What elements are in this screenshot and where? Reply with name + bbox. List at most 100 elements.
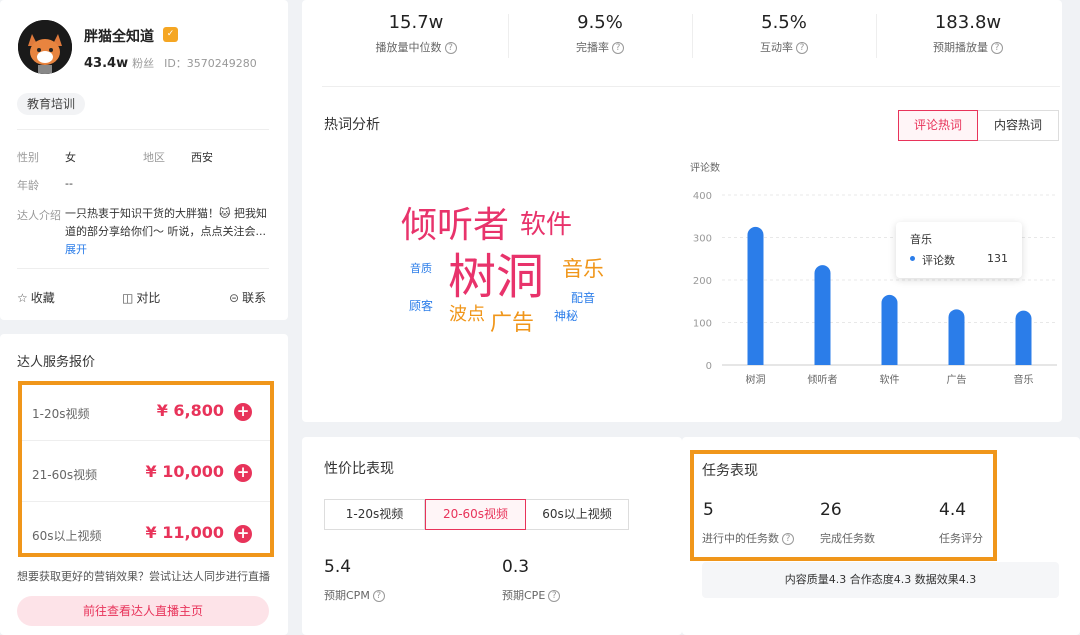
profile-card: 胖猫全知道 ✓ 43.4w 粉丝 ID：3570249280 教育培训 性别 女 地… (0, 0, 288, 320)
cpe-value: 0.3 (502, 557, 530, 577)
rating-value: 4.4 (939, 500, 967, 520)
stat-value: 9.5% (577, 12, 623, 33)
favorite-label: 收藏 (30, 291, 55, 305)
price-highlight-box: 1-20s视频 ¥ 6,800 + 21-60s视频 ¥ 10,000 + 60… (18, 381, 274, 557)
contact-label: 联系 (242, 291, 267, 305)
hotword: 倾听者 (401, 205, 510, 246)
live-homepage-button[interactable]: 前往查看达人直播主页 (17, 596, 269, 626)
add-icon[interactable]: + (234, 464, 252, 482)
avatar[interactable] (18, 20, 72, 74)
compare-label: 对比 (136, 291, 161, 305)
task-performance-card: 任务表现 5 进行中的任务数? 26 完成任务数 4.4 任务评分 内容质量4.… (682, 437, 1080, 635)
in-progress-value: 5 (703, 500, 714, 520)
in-progress-label: 进行中的任务数? (702, 530, 794, 546)
rating-label: 任务评分 (939, 532, 983, 545)
price-row-value: ¥ 11,000 (145, 523, 224, 542)
task-highlight-box: 任务表现 5 进行中的任务数? 26 完成任务数 4.4 任务评分 (690, 450, 997, 561)
region-value: 西安 (191, 151, 213, 164)
compare-icon: ◫ (122, 291, 134, 305)
value-performance-card: 性价比表现 1-20s视频 20-60s视频 60s以上视频 5.4 预期CPM… (302, 437, 682, 635)
region-label: 地区 (143, 151, 165, 164)
stat-label: 预期播放量? (876, 39, 1060, 55)
value-title: 性价比表现 (324, 461, 394, 477)
series-dot-icon (910, 256, 915, 261)
price-row-value: ¥ 10,000 (145, 462, 224, 481)
help-icon[interactable]: ? (548, 590, 561, 602)
y-tick-label: 0 (706, 361, 712, 372)
stat-label: 播放量中位数? (324, 39, 508, 55)
hotword: 配音 (571, 291, 596, 305)
star-icon: ☆ (17, 291, 28, 305)
compare-button[interactable]: ◫ 对比 (122, 289, 160, 306)
bio-label: 达人介绍 (17, 209, 61, 222)
x-tick-label: 音乐 (1014, 373, 1034, 386)
completed-value: 26 (820, 500, 842, 520)
hotwords-title: 热词分析 (324, 117, 380, 133)
hotword: 波点 (449, 304, 485, 325)
tab-content-hotwords[interactable]: 内容热词 (978, 110, 1059, 141)
help-icon[interactable]: ? (372, 590, 385, 602)
bar (814, 265, 831, 365)
stat-interaction-rate: 5.5% 互动率? (692, 0, 876, 55)
category-tag: 教育培训 (17, 93, 86, 115)
tab-1-20s[interactable]: 1-20s视频 (324, 499, 425, 530)
x-tick-label: 树洞 (746, 373, 766, 386)
price-row-value: ¥ 6,800 (156, 401, 224, 420)
price-row: 21-60s视频 ¥ 10,000 + (22, 446, 270, 502)
followers-label: 粉丝 (132, 57, 155, 70)
help-icon[interactable]: ? (782, 533, 794, 545)
expand-link[interactable]: 展开 (65, 241, 87, 257)
add-icon[interactable]: + (234, 403, 252, 421)
stat-value: 15.7w (388, 12, 444, 33)
stat-completion-rate: 9.5% 完播率? (508, 0, 692, 55)
price-row-label: 1-20s视频 (32, 407, 90, 421)
tooltip-value: 131 (987, 252, 1008, 265)
tab-20-60s[interactable]: 20-60s视频 (425, 499, 526, 530)
tooltip-series: 评论数 (922, 254, 955, 267)
age-value: -- (65, 177, 73, 190)
divider (17, 268, 269, 269)
price-title: 达人服务报价 (17, 355, 96, 370)
x-tick-label: 软件 (880, 373, 900, 386)
help-icon[interactable]: ? (612, 42, 624, 54)
hotword: 顾客 (409, 299, 434, 313)
bar (881, 294, 898, 365)
cat-avatar-icon (18, 20, 72, 74)
cpm-label: 预期CPM? (324, 587, 385, 603)
hotword: 树洞 (448, 249, 545, 305)
creator-name: 胖猫全知道 (84, 29, 154, 45)
stat-value: 5.5% (761, 12, 807, 33)
chat-icon: ⊝ (229, 291, 240, 305)
price-row-label: 60s以上视频 (32, 529, 102, 543)
x-tick-label: 倾听者 (808, 373, 838, 386)
help-icon[interactable]: ? (991, 42, 1003, 54)
bar (1015, 310, 1032, 365)
age-label: 年龄 (17, 179, 39, 192)
help-icon[interactable]: ? (796, 42, 808, 54)
tab-comment-hotwords[interactable]: 评论热词 (898, 110, 978, 141)
help-icon[interactable]: ? (444, 42, 457, 54)
cpe-label: 预期CPE? (502, 587, 561, 603)
stat-value: 183.8w (934, 12, 1002, 33)
y-tick-label: 300 (693, 234, 712, 245)
bar (948, 309, 965, 365)
hotword: 软件 (520, 210, 573, 240)
gender-value: 女 (65, 151, 76, 164)
tab-60s-plus[interactable]: 60s以上视频 (526, 499, 629, 530)
divider (17, 129, 269, 130)
followers-line: 43.4w 粉丝 ID：3570249280 (84, 55, 257, 71)
live-hint: 想要获取更好的营销效果？尝试让达人同步进行直播 (17, 570, 270, 583)
contact-button[interactable]: ⊝ 联系 (229, 289, 266, 306)
hotword: 广告 (490, 311, 535, 336)
creator-id: ID：3570249280 (164, 57, 257, 70)
bio-text: 一只热衷于知识干货的大胖猫！🐱 把我知道的部分享给你们～ 听说，点点关注会... (65, 207, 267, 238)
favorite-button[interactable]: ☆ 收藏 (17, 289, 55, 306)
add-icon[interactable]: + (234, 525, 252, 543)
stat-label: 完播率? (508, 39, 692, 55)
stat-label: 互动率? (692, 39, 876, 55)
hotword: 音质 (410, 262, 432, 275)
cpm-value: 5.4 (324, 557, 352, 577)
tooltip-title: 音乐 (910, 233, 932, 246)
price-row: 60s以上视频 ¥ 11,000 + (22, 507, 270, 563)
y-tick-label: 400 (693, 191, 712, 202)
